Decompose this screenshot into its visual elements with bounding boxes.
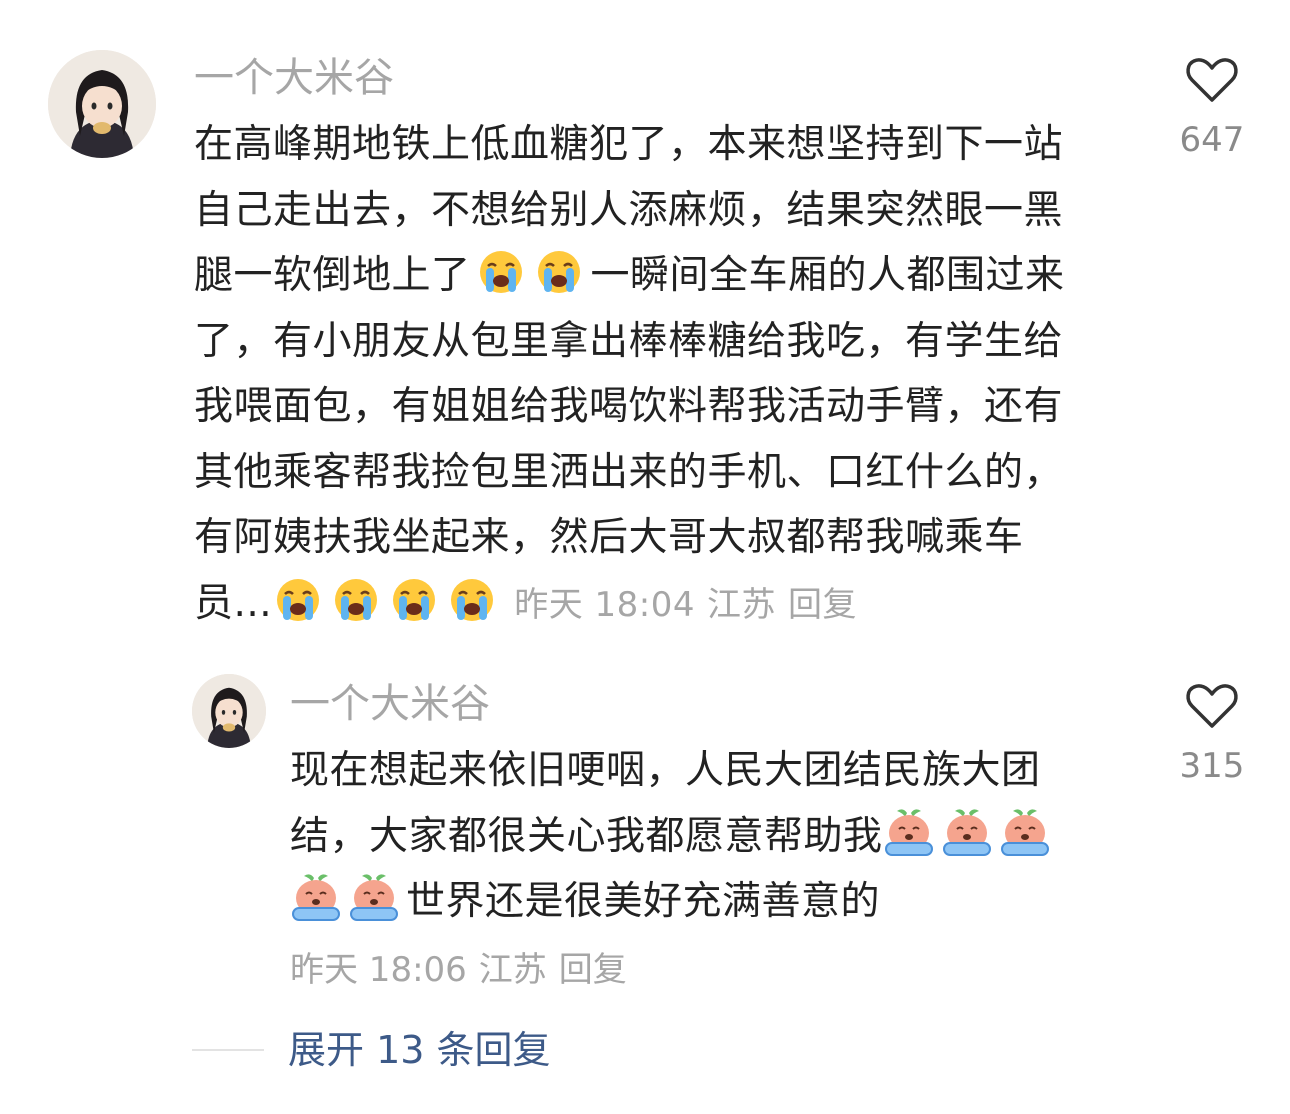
crying-peach-sticker bbox=[1000, 808, 1049, 856]
like-button[interactable]: 315 bbox=[1167, 682, 1257, 786]
avatar[interactable] bbox=[192, 674, 266, 748]
reply-line: 现在想起来依旧哽咽，人民大团结民族大团 bbox=[290, 748, 1041, 793]
loudly-crying-face-emoji bbox=[277, 578, 320, 621]
crying-peach-sticker bbox=[884, 808, 933, 856]
reply-line-text: 结，大家都很关心我都愿意帮助我 bbox=[290, 813, 883, 859]
comment-line: 自己走出去，不想给别人添麻烦，结果突然眼一黑 bbox=[194, 187, 1064, 233]
expand-replies-button[interactable]: 展开 13 条回复 bbox=[288, 1026, 551, 1074]
reply-line-text: 世界还是很美好充满善意的 bbox=[406, 879, 881, 924]
comment-line: 我喂面包，有姐姐给我喝饮料帮我活动手臂，还有 bbox=[194, 384, 1064, 429]
comment-time: 昨天 18:04 bbox=[514, 584, 695, 625]
reply-button[interactable]: 回复 bbox=[559, 950, 627, 990]
like-button[interactable]: 647 bbox=[1167, 56, 1257, 160]
crying-peach-sticker bbox=[350, 874, 398, 921]
loudly-crying-face-emoji bbox=[335, 578, 378, 621]
reply-meta: 昨天 18:06 江苏 回复 bbox=[290, 950, 627, 990]
comment-line-text: 员... bbox=[194, 580, 273, 626]
comment-line: 有阿姨扶我坐起来，然后大哥大叔都帮我喊乘车 bbox=[194, 515, 1024, 560]
comment-username[interactable]: 一个大米谷 bbox=[194, 54, 394, 102]
comment-line: 腿一软倒地上了 一瞬间全车厢的人都围过来 bbox=[194, 243, 1065, 309]
loudly-crying-face-emoji bbox=[451, 578, 494, 621]
like-count: 647 bbox=[1179, 120, 1245, 160]
reply-location: 江苏 bbox=[478, 950, 547, 990]
crying-peach-sticker bbox=[942, 808, 991, 856]
comment-line: 了，有小朋友从包里拿出棒棒糖给我吃，有学生给 bbox=[194, 318, 1064, 364]
crying-peach-sticker bbox=[292, 874, 340, 921]
like-count: 315 bbox=[1179, 746, 1245, 786]
comment-line: 员... 昨天 18:04 江苏 回复 bbox=[194, 571, 1065, 637]
avatar[interactable] bbox=[48, 50, 156, 158]
heart-icon bbox=[1186, 58, 1238, 102]
reply-line: 世界还是很美好充满善意的 bbox=[290, 869, 1057, 935]
comment-line: 在高峰期地铁上低血糖犯了，本来想坚持到下一站 bbox=[194, 122, 1064, 167]
comment-location: 江苏 bbox=[707, 584, 776, 625]
comment-line: 其他乘客帮我捡包里洒出来的手机、口红什么的， bbox=[194, 449, 1064, 495]
comment-line-text: 一瞬间全车厢的人都围过来 bbox=[590, 253, 1065, 298]
comment-body[interactable]: 在高峰期地铁上低血糖犯了，本来想坚持到下一站 自己走出去，不想给别人添麻烦，结果… bbox=[194, 112, 1065, 636]
reply-body[interactable]: 现在想起来依旧哽咽，人民大团结民族大团 结，大家都很关心我都愿意帮助我 世界还是… bbox=[290, 738, 1057, 935]
reply-button[interactable]: 回复 bbox=[788, 585, 857, 625]
loudly-crying-face-emoji bbox=[479, 251, 522, 293]
loudly-crying-face-emoji bbox=[537, 251, 580, 293]
reply-username[interactable]: 一个大米谷 bbox=[290, 680, 490, 728]
comment-meta: 昨天 18:04 江苏 回复 bbox=[514, 585, 857, 625]
divider bbox=[192, 1049, 264, 1051]
reply-time: 昨天 18:06 bbox=[290, 950, 467, 990]
heart-icon bbox=[1186, 684, 1238, 728]
comment-line-text: 腿一软倒地上了 bbox=[194, 253, 471, 298]
loudly-crying-face-emoji bbox=[393, 578, 436, 621]
reply-line: 结，大家都很关心我都愿意帮助我 bbox=[290, 804, 1057, 870]
